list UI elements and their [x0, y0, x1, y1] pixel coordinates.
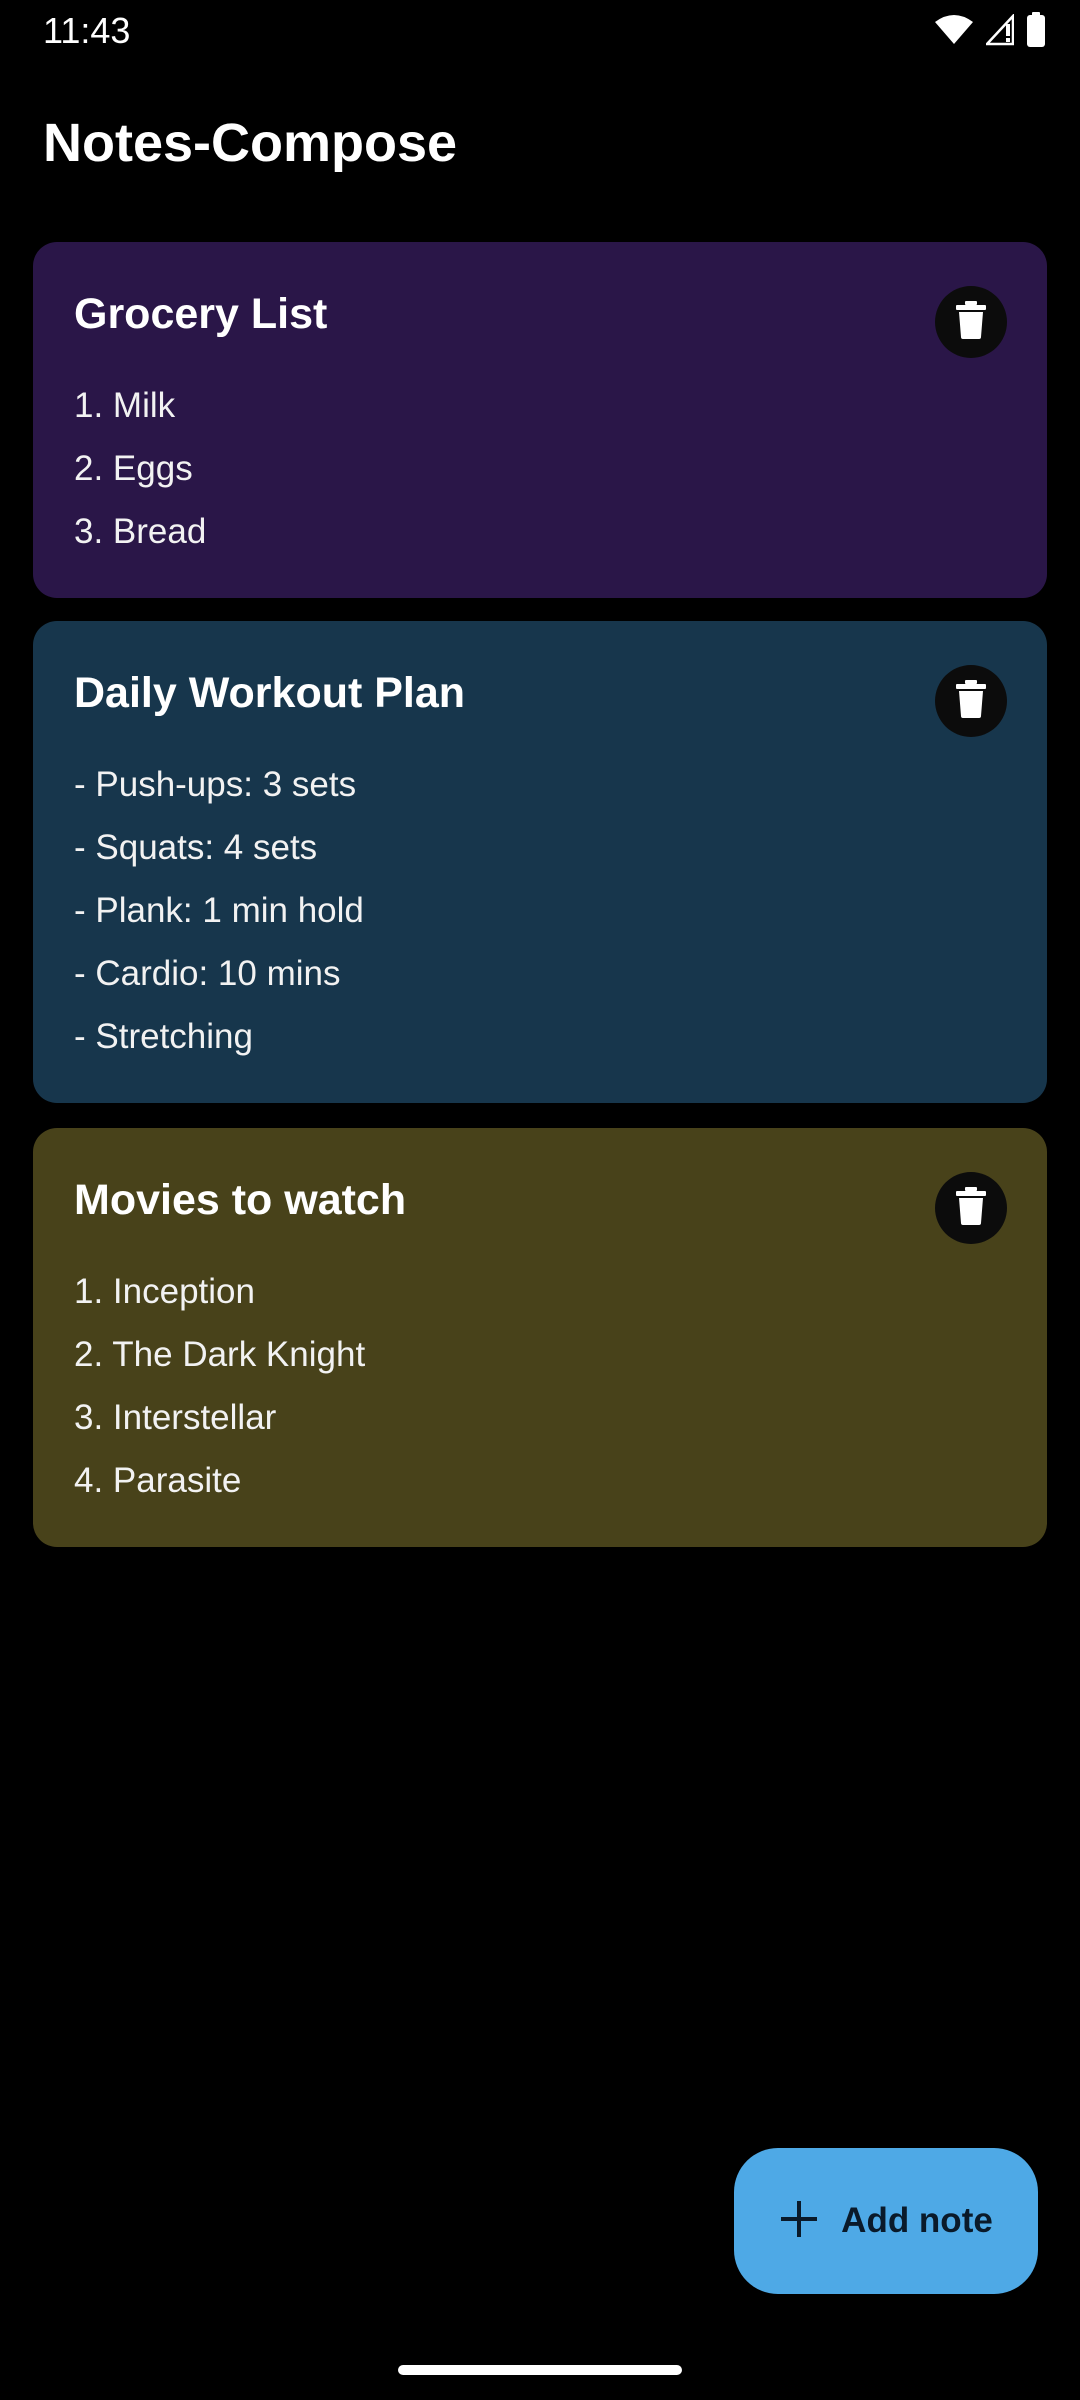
- delete-note-button[interactable]: [935, 1172, 1007, 1244]
- note-line: 1. Inception: [74, 1272, 255, 1311]
- note-card[interactable]: Movies to watch 1. Inception 2. The Dark…: [33, 1128, 1047, 1547]
- status-bar: 11:43: [0, 0, 1080, 62]
- note-card[interactable]: Daily Workout Plan - Push-ups: 3 sets - …: [33, 621, 1047, 1103]
- note-line: - Stretching: [74, 1017, 253, 1056]
- note-line: 2. Eggs: [74, 449, 193, 488]
- status-icons: [934, 11, 1046, 53]
- delete-note-button[interactable]: [935, 286, 1007, 358]
- note-line: 3. Interstellar: [74, 1398, 277, 1437]
- note-line: - Push-ups: 3 sets: [74, 765, 357, 804]
- note-body: 1. Inception 2. The Dark Knight 3. Inter…: [74, 1260, 365, 1512]
- note-title: Grocery List: [74, 290, 328, 338]
- note-body: 1. Milk 2. Eggs 3. Bread: [74, 374, 206, 563]
- note-line: 3. Bread: [74, 512, 207, 551]
- note-line: 1. Milk: [74, 386, 176, 425]
- delete-note-button[interactable]: [935, 665, 1007, 737]
- plus-icon: [779, 2199, 819, 2244]
- note-line: - Squats: 4 sets: [74, 828, 318, 867]
- note-title: Daily Workout Plan: [74, 669, 466, 717]
- home-indicator[interactable]: [398, 2365, 682, 2375]
- note-line: - Plank: 1 min hold: [74, 891, 364, 930]
- trash-icon: [955, 300, 987, 344]
- status-time: 11:43: [43, 10, 131, 51]
- wifi-icon: [934, 14, 974, 51]
- battery-icon: [1026, 11, 1046, 53]
- note-line: - Cardio: 10 mins: [74, 954, 341, 993]
- trash-icon: [955, 1186, 987, 1230]
- app-title: Notes-Compose: [43, 113, 458, 173]
- note-title: Movies to watch: [74, 1176, 407, 1224]
- note-line: 4. Parasite: [74, 1461, 242, 1500]
- add-note-label: Add note: [841, 2201, 993, 2240]
- note-body: - Push-ups: 3 sets - Squats: 4 sets - Pl…: [74, 753, 364, 1068]
- add-note-button[interactable]: Add note: [734, 2148, 1038, 2294]
- note-line: 2. The Dark Knight: [74, 1335, 366, 1374]
- signal-icon: [984, 12, 1015, 51]
- note-card[interactable]: Grocery List 1. Milk 2. Eggs 3. Bread: [33, 242, 1047, 598]
- trash-icon: [955, 679, 987, 723]
